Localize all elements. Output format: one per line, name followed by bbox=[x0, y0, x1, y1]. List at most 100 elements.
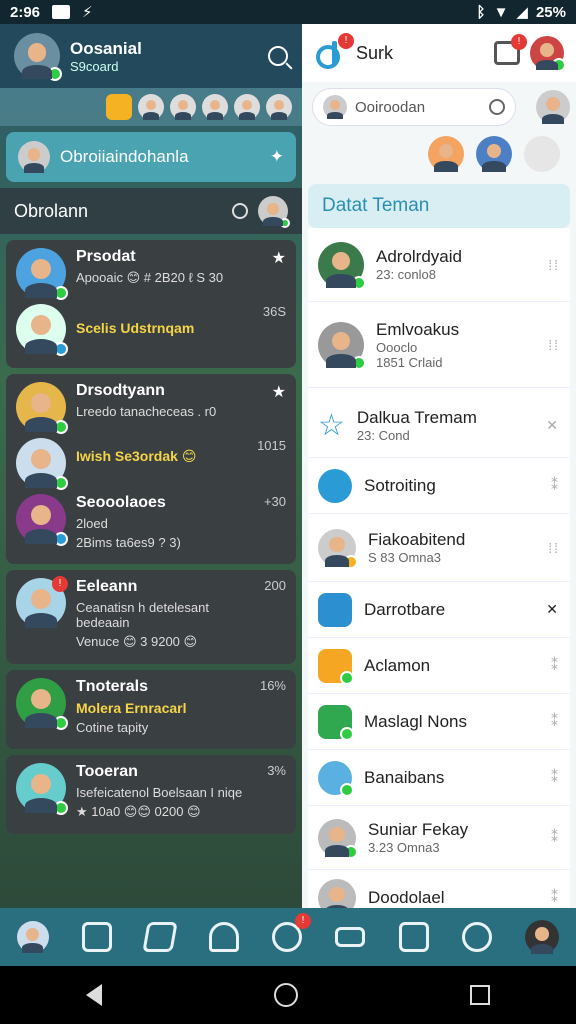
app-logo-icon: ! bbox=[314, 33, 354, 69]
profile-avatar[interactable] bbox=[16, 921, 49, 953]
chat-message: Isefeicatenol Boelsaan I niqe bbox=[76, 785, 243, 800]
chat-name: Eeleann bbox=[76, 578, 138, 595]
recents-icon[interactable] bbox=[470, 985, 490, 1005]
chat-header: Oosanial S9coard bbox=[0, 24, 302, 88]
avatar bbox=[16, 763, 68, 815]
search-app-icon bbox=[318, 760, 354, 797]
story-avatar[interactable] bbox=[170, 94, 196, 120]
stories-icon[interactable] bbox=[106, 94, 132, 120]
avatar[interactable] bbox=[428, 136, 464, 172]
settings-icon[interactable] bbox=[524, 136, 560, 172]
contacts-icon[interactable]: ! bbox=[271, 913, 311, 952]
avatar[interactable] bbox=[525, 920, 560, 954]
chat-card[interactable]: Drsodtyann Lreedo tanacheceas . r0 ★ Iwi… bbox=[6, 374, 296, 564]
avatar[interactable] bbox=[536, 90, 570, 124]
chat-message: Molera Ernracarl bbox=[76, 700, 187, 716]
drag-handle[interactable]: ⁞⁞ bbox=[548, 337, 560, 353]
drag-handle[interactable]: ⁞⁞ bbox=[548, 257, 560, 273]
chat-name: Seooolaoes bbox=[76, 494, 166, 511]
story-avatar[interactable] bbox=[234, 94, 260, 120]
story-bar bbox=[0, 88, 302, 126]
people-icon bbox=[318, 468, 352, 503]
contact-item[interactable]: Darrotbare ✕ bbox=[308, 582, 570, 638]
drag-handle[interactable]: ⁑ bbox=[551, 713, 560, 730]
group-banner[interactable]: Obroiiaindohanla ✦ bbox=[6, 132, 296, 182]
search-placeholder: Ooiroodan bbox=[355, 98, 426, 116]
contact-item[interactable]: Suniar Fekay 3.23 Omna3 ⁑ bbox=[308, 806, 570, 870]
drag-handle[interactable]: ⁑ bbox=[551, 769, 560, 786]
contact-status: 23: Cond bbox=[356, 428, 410, 443]
list-icon[interactable] bbox=[335, 927, 366, 947]
contact-item[interactable]: ☆ Dalkua Tremam 23: Cond ✕ bbox=[308, 394, 570, 458]
contact-name: Maslagl Nons bbox=[364, 711, 467, 731]
story-avatar[interactable] bbox=[138, 94, 164, 120]
shield-icon[interactable] bbox=[461, 922, 492, 952]
chat-card[interactable]: Tooeran Isefeicatenol Boelsaan I niqe ★ … bbox=[6, 755, 296, 834]
chat-time: 36S bbox=[262, 304, 286, 319]
search-icon[interactable] bbox=[489, 99, 505, 115]
chat-name: Prsodat bbox=[76, 248, 136, 265]
clipboard-icon[interactable] bbox=[398, 922, 429, 952]
chat-message: Ceanatisn h detelesant bedeaain bbox=[76, 600, 209, 630]
banner-label: Obroiiaindohanla bbox=[60, 147, 189, 166]
contact-name: Emlvoakus bbox=[376, 319, 460, 339]
close-icon[interactable]: ✕ bbox=[546, 601, 560, 618]
chat-card[interactable]: ! Eeleann Ceanatisn h detelesant bedeaai… bbox=[6, 570, 296, 664]
contact-item[interactable]: Maslagl Nons ⁑ bbox=[308, 694, 570, 750]
inbox-icon[interactable]: ! bbox=[494, 34, 527, 65]
person-icon[interactable] bbox=[208, 922, 239, 952]
flash-icon: ⚡ bbox=[82, 4, 93, 21]
chat-sub: Scelis Udstrnqam bbox=[76, 320, 195, 336]
back-icon[interactable] bbox=[86, 984, 102, 1006]
battery-level: 25% bbox=[535, 3, 566, 21]
close-icon[interactable]: ✕ bbox=[546, 417, 560, 434]
contact-name: Aclamon bbox=[364, 655, 431, 675]
avatar bbox=[16, 494, 68, 546]
avatar[interactable] bbox=[476, 136, 512, 172]
search-icon[interactable] bbox=[268, 46, 288, 66]
drag-handle[interactable]: ⁑ bbox=[551, 829, 560, 846]
chat-card[interactable]: Tnoterals Molera Ernracarl Cotine tapity… bbox=[6, 670, 296, 749]
contact-item[interactable]: Fiakoabitend S 83 Omna3 ⁞⁞ bbox=[308, 514, 570, 582]
avatar bbox=[318, 528, 358, 569]
avatar: ! bbox=[16, 576, 68, 628]
search-icon[interactable] bbox=[232, 203, 248, 219]
flag-icon[interactable] bbox=[142, 922, 178, 952]
contacts-pane: ! Surk ! Ooiroodan Datat Teman Adrolrdya… bbox=[302, 24, 576, 908]
star-icon[interactable]: ★ bbox=[272, 382, 286, 402]
contact-item[interactable]: Sotroiting ⁑ bbox=[308, 458, 570, 514]
drag-handle[interactable]: ⁑ bbox=[551, 889, 560, 906]
drag-handle[interactable]: ⁞⁞ bbox=[548, 540, 560, 556]
contacts-title: Surk bbox=[356, 42, 394, 63]
contact-item[interactable]: Doodolael ⁑ bbox=[308, 870, 570, 908]
grid-icon bbox=[318, 592, 352, 627]
avatar bbox=[323, 95, 347, 119]
drag-handle[interactable]: ⁑ bbox=[551, 657, 560, 674]
home-icon[interactable] bbox=[274, 983, 298, 1007]
signal-icon: ◢ bbox=[516, 4, 528, 21]
contact-item[interactable]: Adrolrdyaid 23: conlo8 ⁞⁞ bbox=[308, 228, 570, 302]
pin-icon[interactable]: ✦ bbox=[270, 147, 284, 167]
clock: 2:96 bbox=[10, 3, 41, 21]
contacts-header: ! Surk ! bbox=[302, 24, 576, 82]
contact-item[interactable]: Banaibans ⁑ bbox=[308, 750, 570, 806]
contact-item[interactable]: Emlvoakus Oooclo 1851 Crlaid ⁞⁞ bbox=[308, 302, 570, 388]
story-avatar[interactable] bbox=[266, 94, 292, 120]
avatar[interactable] bbox=[258, 196, 290, 228]
story-avatar[interactable] bbox=[202, 94, 228, 120]
chat-name: Tnoterals bbox=[76, 678, 149, 695]
star-icon[interactable]: ★ bbox=[272, 248, 286, 268]
contact-search[interactable]: Ooiroodan bbox=[312, 88, 516, 126]
chat-sub: 2Bims ta6es9 ? 3) bbox=[76, 535, 181, 550]
contact-status: S 83 Omna3 bbox=[368, 550, 441, 565]
avatar[interactable] bbox=[14, 33, 62, 81]
chat-card[interactable]: Prsodat Apooaic 😊 # 2B20 ℓ S 30 ★ Scelis… bbox=[6, 240, 296, 368]
contact-item[interactable]: Aclamon ⁑ bbox=[308, 638, 570, 694]
shop-icon[interactable] bbox=[81, 922, 112, 952]
chat-sub: Venuce 😊 3 9200 😊 bbox=[76, 634, 198, 649]
avatar bbox=[16, 304, 68, 356]
avatar[interactable] bbox=[530, 36, 566, 72]
avatar bbox=[16, 678, 68, 730]
drag-handle[interactable]: ⁑ bbox=[551, 477, 560, 494]
bottom-nav: ! bbox=[0, 908, 576, 966]
